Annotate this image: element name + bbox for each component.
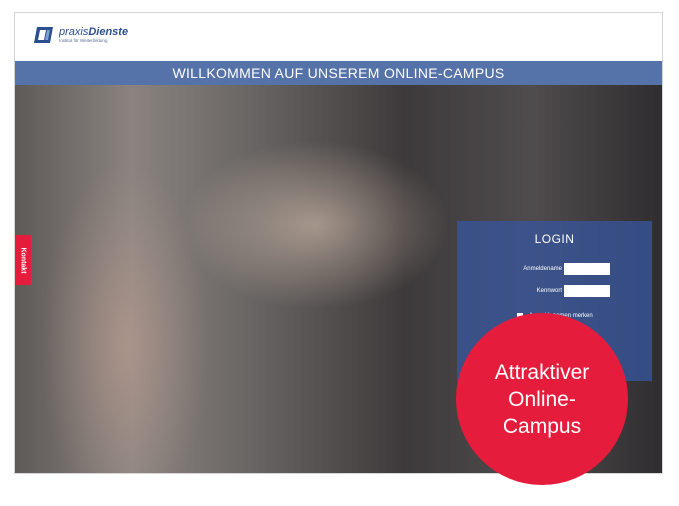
logo-prefix: praxis xyxy=(59,25,89,38)
username-row: Anmeldename xyxy=(457,263,652,277)
logo-text: praxisDienste Institut für Weiterbildung xyxy=(59,25,129,44)
password-row: Kennwort xyxy=(457,285,652,299)
promo-badge-text: Attraktiver Online- Campus xyxy=(495,359,590,440)
welcome-banner: WILLKOMMEN AUF UNSEREM ONLINE-CAMPUS xyxy=(15,61,662,85)
logo-mark-icon xyxy=(34,27,53,43)
promo-badge-line-1: Attraktiver xyxy=(494,360,590,384)
contact-tab[interactable]: Kontakt xyxy=(15,235,31,285)
logo-main-word: Dienste xyxy=(88,25,129,38)
contact-tab-label: Kontakt xyxy=(19,246,27,274)
logo-wordmark: praxisDienste xyxy=(59,25,129,38)
logo[interactable]: praxisDienste Institut für Weiterbildung xyxy=(33,25,128,45)
header: praxisDienste Institut für Weiterbildung xyxy=(15,13,662,61)
promo-badge-line-2: Online- xyxy=(508,387,576,411)
password-label: Kennwort xyxy=(536,288,562,294)
login-title: LOGIN xyxy=(534,232,575,246)
promo-badge-line-3: Campus xyxy=(502,414,582,438)
username-input[interactable] xyxy=(564,263,610,275)
username-label: Anmeldename xyxy=(523,266,562,272)
password-input[interactable] xyxy=(564,285,610,297)
promo-badge: Attraktiver Online- Campus xyxy=(456,313,628,485)
logo-tagline: Institut für Weiterbildung xyxy=(59,37,108,43)
